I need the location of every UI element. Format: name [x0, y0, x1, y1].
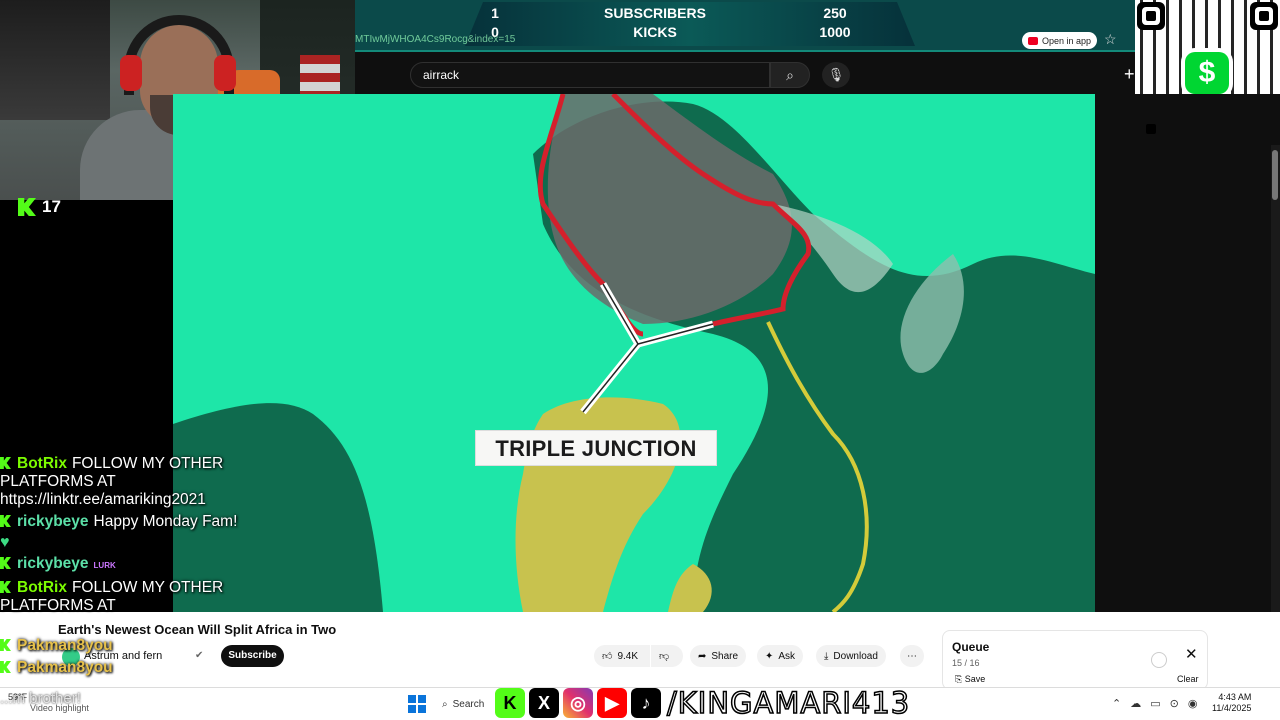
kick-badge-icon: [0, 581, 11, 593]
scrollbar-thumb[interactable]: [1272, 150, 1278, 200]
instagram-logo-icon: ◎: [563, 688, 593, 718]
queue-save-button[interactable]: ⎘ Save: [955, 674, 985, 685]
search-icon: ⌕: [786, 67, 794, 83]
clock[interactable]: 4:43 AM 11/4/2025: [1212, 692, 1251, 714]
youtube-logo-icon: ▶: [597, 688, 627, 718]
chat-username: BotRix: [17, 455, 67, 472]
share-icon: ➦: [698, 650, 707, 662]
chat-username: rickybeye: [17, 555, 89, 572]
goal-subscribers: 1 SUBSCRIBERS 250: [475, 5, 875, 23]
tiktok-logo-icon: ♪: [631, 688, 661, 718]
goal-kicks: 0 KICKS 1000: [475, 24, 875, 42]
open-in-app-button[interactable]: Open in app: [1022, 32, 1098, 49]
kick-badge-icon: [0, 661, 11, 673]
wall-frame: [0, 0, 110, 120]
bookmark-icon: ⎘: [955, 674, 965, 684]
map-illustration: [173, 94, 1095, 612]
kick-logo-icon: [18, 198, 36, 216]
download-icon: ⤓: [824, 650, 829, 662]
qr-finder-top-right: [1250, 2, 1278, 30]
cashapp-icon: $: [1185, 52, 1229, 94]
search-button[interactable]: ⌕: [770, 62, 810, 88]
goal-target: 1000: [819, 24, 851, 40]
queue-title: Queue: [952, 640, 990, 654]
clock-date: 11/4/2025: [1212, 703, 1252, 713]
thumbs-up-icon: 👍︎: [602, 651, 613, 662]
search-input[interactable]: airrack: [410, 62, 770, 88]
queue-loop-toggle[interactable]: [1151, 652, 1167, 668]
youtube-logo-icon: [1028, 36, 1038, 45]
like-button[interactable]: 👍︎ 9.4K: [594, 645, 650, 667]
chat-username: Pakman8you: [17, 659, 113, 676]
x-logo-icon: X: [529, 688, 559, 718]
like-count: 9.4K: [617, 650, 639, 662]
microphone-icon: 🎙︎: [827, 67, 845, 82]
kick-badge-icon: [0, 515, 11, 527]
queue-save-label: Save: [964, 674, 986, 684]
kick-badge-icon: [0, 639, 11, 651]
taskbar-search-label: Search: [452, 698, 485, 710]
share-label: Share: [711, 650, 739, 662]
chat-message: Pakman8you: [0, 659, 280, 677]
scrollbar-track[interactable]: [1271, 145, 1280, 685]
chat-overlay: BotRix FOLLOW MY OTHER PLATFORMS AT https…: [0, 455, 280, 681]
chat-username: rickybeye: [17, 513, 89, 530]
chat-text: Happy Monday Fam!: [93, 513, 238, 530]
download-button[interactable]: ⤓ Download: [816, 645, 886, 667]
chat-message: Pakman8you: [0, 637, 280, 655]
social-handle: /KINGAMARI413: [666, 685, 911, 720]
green-heart-icon: ♥: [0, 534, 10, 551]
kick-viewer-count: 17: [18, 197, 61, 217]
viewer-count: 17: [42, 197, 61, 216]
lurk-emote-icon: LURK: [93, 561, 116, 570]
address-bar-url[interactable]: MTIwMjWHOA4Cs9Rocg&index=15: [355, 34, 515, 45]
sidebar-background: [1095, 94, 1280, 612]
headset-earcup-right: [214, 55, 236, 91]
headset-earcup-left: [120, 55, 142, 91]
voice-search-button[interactable]: 🎙︎: [822, 62, 850, 88]
share-button[interactable]: ➦ Share: [690, 645, 747, 667]
taskbar-search[interactable]: ⌕ Search: [434, 693, 494, 715]
chat-message: rickybeye LURK: [0, 555, 280, 575]
chat-message: BotRix FOLLOW MY OTHER PLATFORMS AT https…: [0, 455, 280, 509]
queue-count: 15 / 16: [952, 658, 980, 668]
windows-start-icon[interactable]: [408, 695, 426, 713]
download-label: Download: [833, 650, 878, 662]
video-player[interactable]: [173, 94, 1095, 612]
more-icon: ⋯: [907, 650, 917, 662]
kick-badge-icon: [0, 557, 11, 569]
bookmark-star-icon[interactable]: ☆: [1104, 31, 1117, 48]
dislike-button[interactable]: 👎︎: [651, 645, 683, 667]
open-in-app-label: Open in app: [1042, 35, 1092, 46]
close-icon[interactable]: ✕: [1185, 645, 1198, 663]
kick-badge-icon: [0, 457, 11, 469]
sparkle-icon: ✦: [765, 650, 774, 662]
clock-time: 4:43 AM: [1218, 692, 1252, 702]
goal-name: SUBSCRIBERS: [604, 5, 706, 21]
goals-overlay: 1 SUBSCRIBERS 250 0 KICKS 1000 MTIwMjWHO…: [355, 0, 1135, 52]
ask-button[interactable]: ✦ Ask: [757, 645, 804, 667]
create-icon[interactable]: +: [1124, 64, 1135, 85]
chat-message: BotRix FOLLOW MY OTHER PLATFORMS AT: [0, 579, 280, 615]
more-actions-button[interactable]: ⋯: [900, 645, 924, 667]
triple-junction-label: TRIPLE JUNCTION: [475, 430, 717, 466]
goal-target: 250: [823, 5, 847, 21]
chat-message: rickybeye Happy Monday Fam!: [0, 513, 280, 531]
system-tray[interactable]: ⌃☁▭⊙◉: [1112, 697, 1206, 710]
ask-label: Ask: [778, 650, 796, 662]
search-icon: ⌕: [442, 698, 448, 710]
social-handles-strip: K X ◎ ▶ ♪ /KINGAMARI413: [495, 685, 935, 720]
chat-trailing-text: ...m brother!: [0, 690, 81, 707]
kick-logo-icon: K: [495, 688, 525, 718]
thumbs-down-icon: 👎︎: [659, 651, 670, 662]
goal-current: 1: [491, 5, 499, 21]
queue-clear-button[interactable]: Clear: [1177, 674, 1199, 684]
chat-username: BotRix: [17, 579, 67, 596]
chat-username: Pakman8you: [17, 637, 113, 654]
qr-finder-top-left: [1137, 2, 1165, 30]
goal-name: KICKS: [633, 24, 677, 40]
